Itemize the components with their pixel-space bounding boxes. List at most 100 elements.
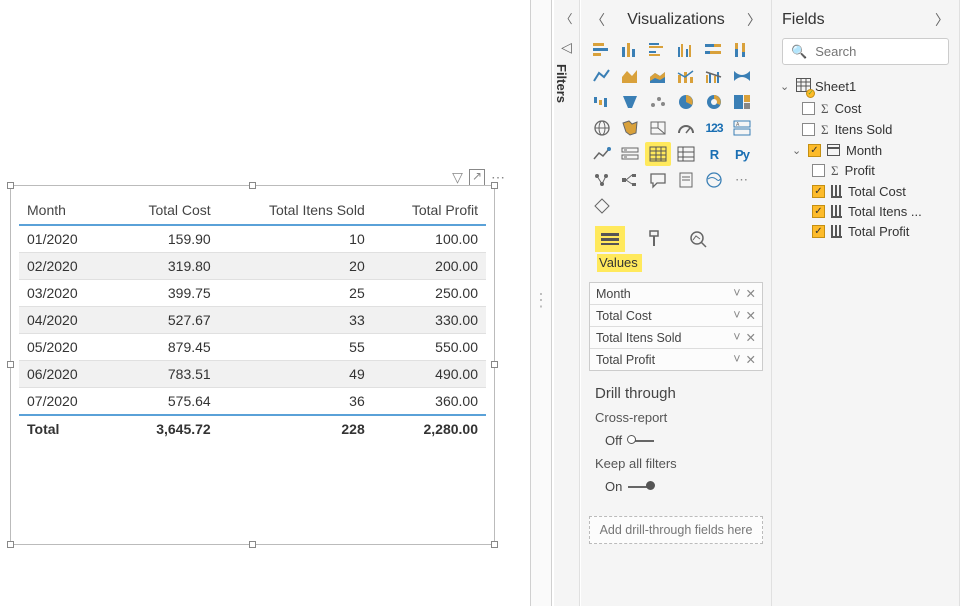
chevron-left-icon[interactable]: 〈 bbox=[591, 10, 605, 30]
checkbox-checked[interactable]: ✓ bbox=[812, 225, 825, 238]
sigma-icon: Σ bbox=[821, 122, 829, 138]
field-item[interactable]: Σ Itens Sold bbox=[802, 119, 953, 140]
resize-handle[interactable] bbox=[7, 361, 14, 368]
viz-type-grid: 123 A R Py ⋯ bbox=[581, 34, 771, 218]
measure-item[interactable]: ✓ Total Itens ... bbox=[812, 201, 953, 221]
resize-handle[interactable] bbox=[491, 182, 498, 189]
chevron-down-icon: ˅ bbox=[733, 330, 740, 345]
line-clustered-column-icon[interactable] bbox=[701, 64, 727, 88]
shape-map-icon[interactable] bbox=[645, 116, 671, 140]
line-stacked-column-icon[interactable] bbox=[673, 64, 699, 88]
field-label: Total Profit bbox=[848, 224, 909, 239]
waterfall-icon[interactable] bbox=[589, 90, 615, 114]
cross-report-toggle[interactable]: Off bbox=[605, 433, 654, 448]
col-header[interactable]: Total Cost bbox=[111, 196, 219, 225]
well-item[interactable]: Total Profit˅✕ bbox=[590, 349, 762, 370]
clustered-bar-icon[interactable] bbox=[645, 38, 671, 62]
hierarchy-item-month[interactable]: ⌄ ✓ Month bbox=[792, 140, 953, 160]
resize-handle[interactable] bbox=[7, 182, 14, 189]
search-icon: 🔍 bbox=[791, 44, 807, 60]
treemap-icon[interactable] bbox=[729, 90, 755, 114]
get-more-visuals-icon[interactable]: ⋯ bbox=[729, 168, 755, 192]
remove-icon: ✕ bbox=[746, 330, 756, 345]
table-node-sheet1[interactable]: ⌄ ✓ Sheet1 bbox=[778, 75, 953, 98]
resize-handle[interactable] bbox=[249, 182, 256, 189]
visualizations-pane: 〈 Visualizations 〉 123 A bbox=[581, 0, 772, 606]
python-visual-icon[interactable]: Py bbox=[729, 142, 755, 166]
arcgis-icon[interactable] bbox=[701, 168, 727, 192]
field-item[interactable]: Σ Cost bbox=[802, 98, 953, 119]
resize-handle[interactable] bbox=[491, 541, 498, 548]
paginated-report-icon[interactable] bbox=[673, 168, 699, 192]
focus-icon[interactable]: ↗ bbox=[469, 169, 485, 186]
key-influencers-icon[interactable] bbox=[589, 168, 615, 192]
resize-handle[interactable] bbox=[7, 541, 14, 548]
powerapps-icon[interactable] bbox=[589, 194, 615, 218]
matrix-icon[interactable] bbox=[673, 142, 699, 166]
col-header[interactable]: Total Profit bbox=[373, 196, 486, 225]
measure-item[interactable]: ✓ Total Cost bbox=[812, 181, 953, 201]
filters-pane-collapsed[interactable]: 〈 ◁ Filters bbox=[554, 0, 580, 606]
multi-row-card-icon[interactable]: A bbox=[729, 116, 755, 140]
stacked-bar-icon[interactable] bbox=[589, 38, 615, 62]
filled-map-icon[interactable] bbox=[617, 116, 643, 140]
well-item[interactable]: Total Cost˅✕ bbox=[590, 305, 762, 327]
measure-icon bbox=[831, 225, 842, 238]
filter-icon[interactable]: ▽ bbox=[452, 169, 463, 186]
100stacked-column-icon[interactable] bbox=[729, 38, 755, 62]
toggle-state-label: Off bbox=[605, 433, 622, 448]
table-icon[interactable] bbox=[645, 142, 671, 166]
chevron-right-icon[interactable]: 〉 bbox=[747, 10, 761, 30]
chevron-left-icon[interactable]: 〈 bbox=[554, 10, 579, 27]
map-icon[interactable] bbox=[589, 116, 615, 140]
r-visual-icon[interactable]: R bbox=[701, 142, 727, 166]
col-header[interactable]: Total Itens Sold bbox=[219, 196, 373, 225]
format-tab-icon[interactable] bbox=[639, 226, 669, 252]
checkbox-checked[interactable]: ✓ bbox=[812, 205, 825, 218]
analytics-tab-icon[interactable] bbox=[683, 226, 713, 252]
kpi-icon[interactable] bbox=[589, 142, 615, 166]
fields-search[interactable]: 🔍 bbox=[782, 38, 949, 65]
fields-tab-icon[interactable] bbox=[595, 226, 625, 252]
checkbox[interactable] bbox=[802, 102, 815, 115]
stacked-column-icon[interactable] bbox=[617, 38, 643, 62]
measure-item[interactable]: ✓ Total Profit bbox=[812, 221, 953, 241]
scatter-icon[interactable] bbox=[645, 90, 671, 114]
line-chart-icon[interactable] bbox=[589, 64, 615, 88]
cross-report-label: Cross-report bbox=[595, 410, 761, 425]
col-header[interactable]: Month bbox=[19, 196, 111, 225]
field-item[interactable]: Σ Profit bbox=[812, 160, 953, 181]
card-icon[interactable]: 123 bbox=[701, 116, 727, 140]
gauge-icon[interactable] bbox=[673, 116, 699, 140]
funnel-icon[interactable] bbox=[617, 90, 643, 114]
canvas-splitter[interactable] bbox=[530, 0, 552, 606]
fields-tree: ⌄ ✓ Sheet1 Σ Cost Σ Itens Sold ⌄ ✓ Month… bbox=[778, 75, 953, 241]
stacked-area-icon[interactable] bbox=[645, 64, 671, 88]
qna-icon[interactable] bbox=[645, 168, 671, 192]
well-item[interactable]: Month˅✕ bbox=[590, 283, 762, 305]
values-well[interactable]: Month˅✕ Total Cost˅✕ Total Itens Sold˅✕ … bbox=[589, 282, 763, 371]
100stacked-bar-icon[interactable] bbox=[701, 38, 727, 62]
drill-through-drop[interactable]: Add drill-through fields here bbox=[589, 516, 763, 544]
sigma-icon: Σ bbox=[821, 101, 829, 117]
keep-all-filters-toggle[interactable]: On bbox=[605, 479, 654, 494]
pie-icon[interactable] bbox=[673, 90, 699, 114]
chevron-right-icon[interactable]: 〉 bbox=[935, 10, 949, 30]
donut-icon[interactable] bbox=[701, 90, 727, 114]
well-item[interactable]: Total Itens Sold˅✕ bbox=[590, 327, 762, 349]
search-input[interactable] bbox=[813, 43, 960, 60]
table-row: 07/2020575.6436360.00 bbox=[19, 388, 486, 416]
resize-handle[interactable] bbox=[249, 541, 256, 548]
checkbox-checked[interactable]: ✓ bbox=[808, 144, 821, 157]
decomposition-tree-icon[interactable] bbox=[617, 168, 643, 192]
clustered-column-icon[interactable] bbox=[673, 38, 699, 62]
ribbon-chart-icon[interactable] bbox=[729, 64, 755, 88]
checkbox[interactable] bbox=[812, 164, 825, 177]
area-chart-icon[interactable] bbox=[617, 64, 643, 88]
slicer-icon[interactable] bbox=[617, 142, 643, 166]
resize-handle[interactable] bbox=[491, 361, 498, 368]
checkbox-checked[interactable]: ✓ bbox=[812, 185, 825, 198]
checkbox[interactable] bbox=[802, 123, 815, 136]
pane-title: Visualizations bbox=[627, 11, 725, 29]
table-visual[interactable]: Month Total Cost Total Itens Sold Total … bbox=[10, 185, 495, 545]
